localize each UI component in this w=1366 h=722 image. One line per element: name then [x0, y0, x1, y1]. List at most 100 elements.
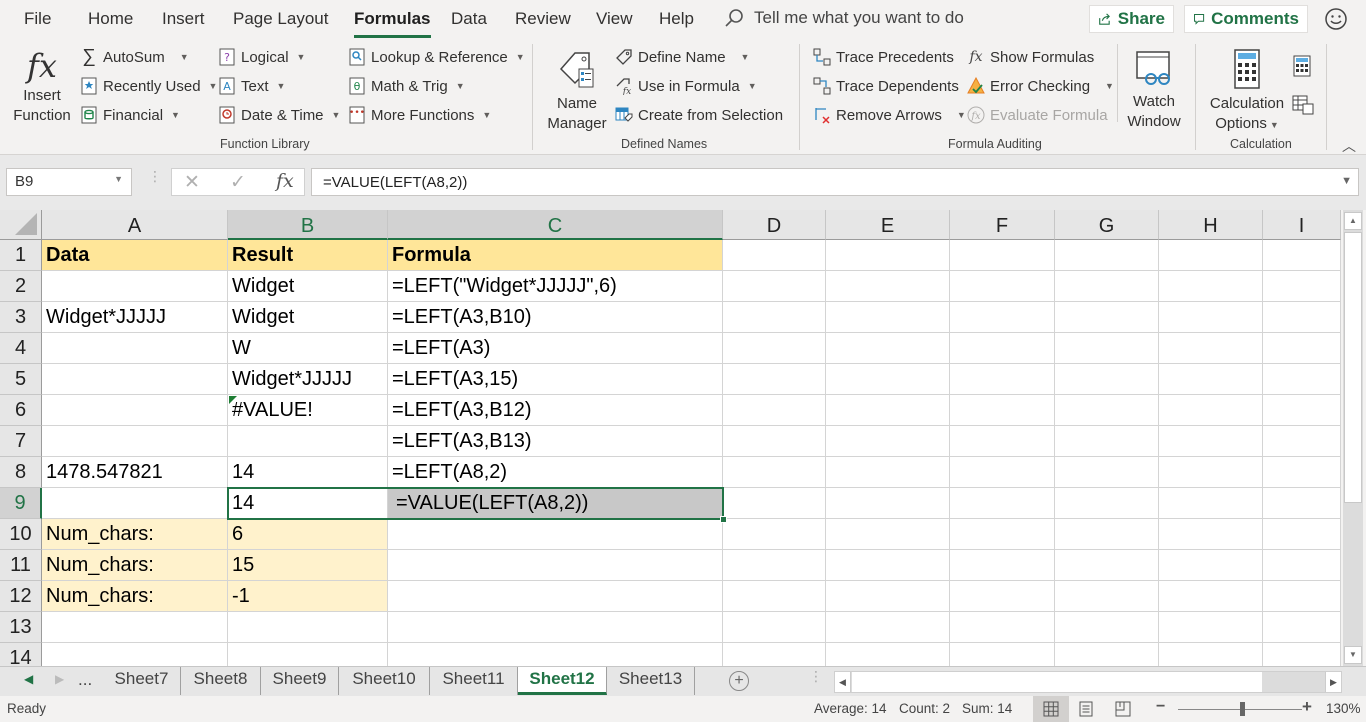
- row-header-4[interactable]: 4: [0, 333, 42, 364]
- cell-a7[interactable]: [42, 426, 228, 457]
- cell-c8[interactable]: =LEFT(A8,2): [388, 457, 723, 488]
- cell-f3[interactable]: [950, 302, 1055, 333]
- cell-c12[interactable]: [388, 581, 723, 612]
- recently-used-button[interactable]: Recently Used ▼: [80, 77, 217, 95]
- tab-split-handle[interactable]: ⋮: [809, 669, 823, 683]
- cell-e11[interactable]: [826, 550, 950, 581]
- cell-e10[interactable]: [826, 519, 950, 550]
- column-header-i[interactable]: I: [1263, 210, 1341, 240]
- cell-g1[interactable]: [1055, 240, 1159, 271]
- cell-d14[interactable]: [723, 643, 826, 666]
- cell-f4[interactable]: [950, 333, 1055, 364]
- cell-h11[interactable]: [1159, 550, 1263, 581]
- cell-g6[interactable]: [1055, 395, 1159, 426]
- column-header-c[interactable]: C: [388, 210, 723, 240]
- tab-page-layout[interactable]: Page Layout: [233, 9, 328, 29]
- cell-b14[interactable]: [228, 643, 388, 666]
- column-header-f[interactable]: F: [950, 210, 1055, 240]
- cell-d12[interactable]: [723, 581, 826, 612]
- column-header-d[interactable]: D: [723, 210, 826, 240]
- cell-e9[interactable]: [826, 488, 950, 519]
- row-header-2[interactable]: 2: [0, 271, 42, 302]
- calculation-options-button[interactable]: Calculation Options ▼: [1205, 44, 1289, 135]
- page-break-view-button[interactable]: [1115, 701, 1131, 720]
- sheet-tab-sheet12[interactable]: Sheet12: [518, 667, 607, 695]
- row-header-14[interactable]: 14: [0, 643, 42, 666]
- cancel-icon[interactable]: ✕: [184, 171, 200, 194]
- cell-b8[interactable]: 14: [228, 457, 388, 488]
- chevron-down-icon[interactable]: ▼: [114, 174, 123, 184]
- cell-h5[interactable]: [1159, 364, 1263, 395]
- zoom-slider-thumb[interactable]: [1240, 702, 1245, 716]
- cell-g14[interactable]: [1055, 643, 1159, 666]
- cell-d13[interactable]: [723, 612, 826, 643]
- cell-e12[interactable]: [826, 581, 950, 612]
- cell-d9[interactable]: [723, 488, 826, 519]
- cell-c6[interactable]: =LEFT(A3,B12): [388, 395, 723, 426]
- math-trig-button[interactable]: θ Math & Trig ▼: [348, 77, 465, 95]
- cell-a4[interactable]: [42, 333, 228, 364]
- more-sheets-ellipsis[interactable]: ...: [78, 670, 92, 690]
- fill-handle[interactable]: [720, 516, 727, 523]
- tab-file[interactable]: File: [24, 9, 51, 29]
- cell-h10[interactable]: [1159, 519, 1263, 550]
- cell-g5[interactable]: [1055, 364, 1159, 395]
- cell-i9[interactable]: [1263, 488, 1341, 519]
- select-all-button[interactable]: [0, 210, 42, 240]
- row-header-7[interactable]: 7: [0, 426, 42, 457]
- sheet-tab-sheet10[interactable]: Sheet10: [339, 667, 430, 695]
- enter-check-icon[interactable]: ✓: [230, 171, 246, 194]
- tab-view[interactable]: View: [596, 9, 633, 29]
- cell-a6[interactable]: [42, 395, 228, 426]
- row-header-9[interactable]: 9: [0, 488, 42, 519]
- cell-c13[interactable]: [388, 612, 723, 643]
- cell-e3[interactable]: [826, 302, 950, 333]
- cell-b11[interactable]: 15: [228, 550, 388, 581]
- cell-b4[interactable]: W: [228, 333, 388, 364]
- cell-c5[interactable]: =LEFT(A3,15): [388, 364, 723, 395]
- cell-i8[interactable]: [1263, 457, 1341, 488]
- cell-c9[interactable]: =VALUE(LEFT(A8,2)): [388, 488, 723, 519]
- sheet-tab-sheet11[interactable]: Sheet11: [430, 667, 518, 695]
- cell-g4[interactable]: [1055, 333, 1159, 364]
- page-layout-view-button[interactable]: [1078, 701, 1094, 720]
- cell-i5[interactable]: [1263, 364, 1341, 395]
- cell-b7[interactable]: [228, 426, 388, 457]
- cell-e4[interactable]: [826, 333, 950, 364]
- cell-d5[interactable]: [723, 364, 826, 395]
- financial-button[interactable]: Financial ▼: [80, 106, 180, 124]
- cell-h3[interactable]: [1159, 302, 1263, 333]
- cell-b12[interactable]: -1: [228, 581, 388, 612]
- cell-a14[interactable]: [42, 643, 228, 666]
- smiley-feedback-icon[interactable]: [1324, 7, 1348, 31]
- column-header-e[interactable]: E: [826, 210, 950, 240]
- trace-dependents-button[interactable]: Trace Dependents: [813, 77, 959, 95]
- cell-f12[interactable]: [950, 581, 1055, 612]
- cell-d1[interactable]: [723, 240, 826, 271]
- cell-g9[interactable]: [1055, 488, 1159, 519]
- scroll-left-button[interactable]: ◀: [835, 672, 851, 692]
- cell-b9[interactable]: 14: [228, 488, 388, 519]
- cell-g10[interactable]: [1055, 519, 1159, 550]
- cell-e8[interactable]: [826, 457, 950, 488]
- cell-g12[interactable]: [1055, 581, 1159, 612]
- add-sheet-button[interactable]: +: [729, 671, 749, 691]
- column-header-h[interactable]: H: [1159, 210, 1263, 240]
- tab-home[interactable]: Home: [88, 9, 133, 29]
- remove-arrows-button[interactable]: Remove Arrows ▼: [813, 106, 966, 124]
- trace-precedents-button[interactable]: Trace Precedents: [813, 48, 954, 66]
- show-formulas-button[interactable]: fx Show Formulas: [967, 48, 1094, 66]
- cell-a10[interactable]: Num_chars:: [42, 519, 228, 550]
- row-header-13[interactable]: 13: [0, 612, 42, 643]
- cell-f2[interactable]: [950, 271, 1055, 302]
- cell-f7[interactable]: [950, 426, 1055, 457]
- cell-g8[interactable]: [1055, 457, 1159, 488]
- next-sheet-icon[interactable]: ▶: [55, 672, 64, 686]
- cell-f6[interactable]: [950, 395, 1055, 426]
- sheet-tab-sheet9[interactable]: Sheet9: [261, 667, 339, 695]
- zoom-in-button[interactable]: +: [1302, 697, 1312, 717]
- cell-h1[interactable]: [1159, 240, 1263, 271]
- cell-d11[interactable]: [723, 550, 826, 581]
- row-header-10[interactable]: 10: [0, 519, 42, 550]
- create-from-selection-button[interactable]: Create from Selection: [615, 106, 783, 124]
